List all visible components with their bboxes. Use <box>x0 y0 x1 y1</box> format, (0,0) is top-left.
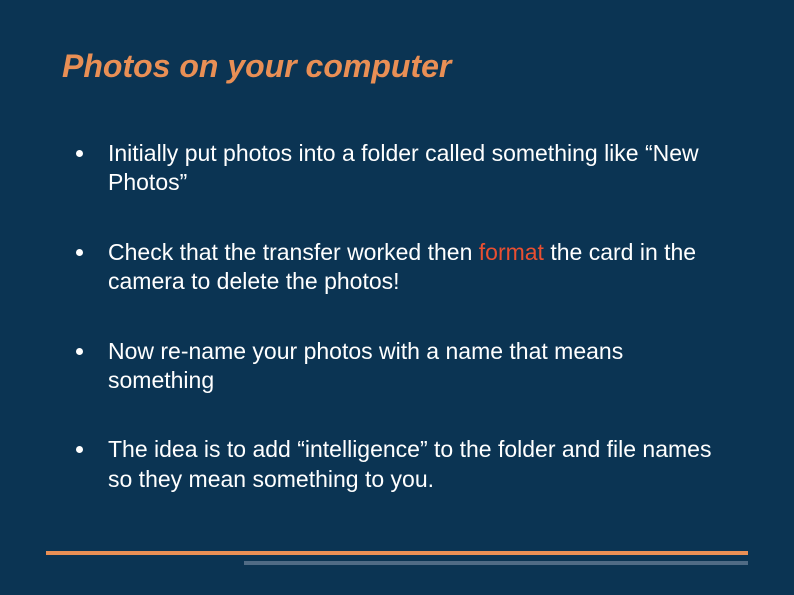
list-item: Initially put photos into a folder calle… <box>76 139 732 198</box>
bullet-list: Initially put photos into a folder calle… <box>62 139 732 495</box>
footer-line-secondary <box>244 561 748 565</box>
list-item: The idea is to add “intelligence” to the… <box>76 435 732 494</box>
list-item: Now re-name your photos with a name that… <box>76 337 732 396</box>
footer-line-accent <box>46 551 748 555</box>
bullet-text-highlight: format <box>479 239 544 265</box>
slide: Photos on your computer Initially put ph… <box>0 0 794 595</box>
list-item: Check that the transfer worked then form… <box>76 238 732 297</box>
bullet-text: The idea is to add “intelligence” to the… <box>108 436 711 491</box>
bullet-text: Initially put photos into a folder calle… <box>108 140 699 195</box>
slide-title: Photos on your computer <box>62 48 732 85</box>
bullet-text-pre: Check that the transfer worked then <box>108 239 479 265</box>
footer-decoration <box>0 551 794 573</box>
bullet-text: Now re-name your photos with a name that… <box>108 338 623 393</box>
